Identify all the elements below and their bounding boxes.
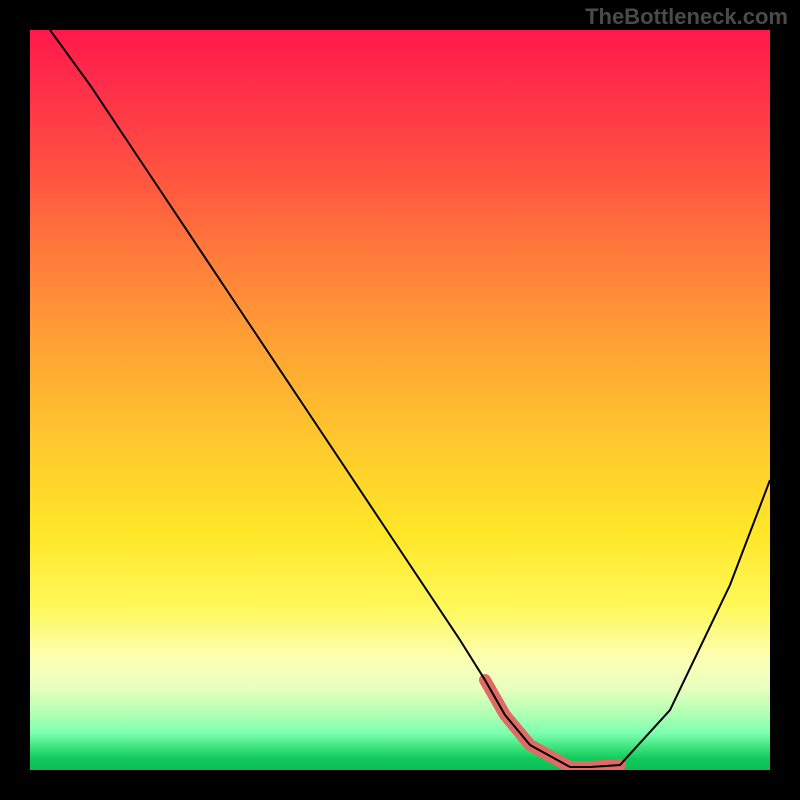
watermark-text: TheBottleneck.com: [585, 4, 788, 30]
main-curve-path: [50, 30, 770, 767]
chart-svg: [30, 30, 770, 770]
flat-highlight-path: [485, 680, 620, 767]
gradient-plot-area: [30, 30, 770, 770]
